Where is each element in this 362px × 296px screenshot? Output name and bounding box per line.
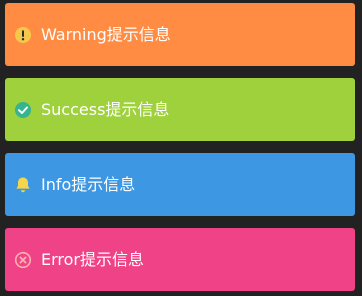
warning-alert: Warning提示信息 [5, 3, 355, 66]
warning-alert-text: Warning提示信息 [41, 24, 171, 44]
check-circle-icon [14, 101, 32, 119]
success-alert: Success提示信息 [5, 78, 355, 141]
info-alert: Info提示信息 [5, 153, 355, 216]
alert-list: Warning提示信息 Success提示信息 Info提示信息 Error提示… [0, 0, 362, 296]
error-alert: Error提示信息 [5, 228, 355, 291]
success-alert-text: Success提示信息 [41, 99, 170, 119]
close-circle-icon [14, 251, 32, 269]
info-alert-text: Info提示信息 [41, 174, 136, 194]
exclamation-circle-icon [14, 26, 32, 44]
error-alert-text: Error提示信息 [41, 249, 145, 269]
bell-icon [14, 176, 32, 194]
